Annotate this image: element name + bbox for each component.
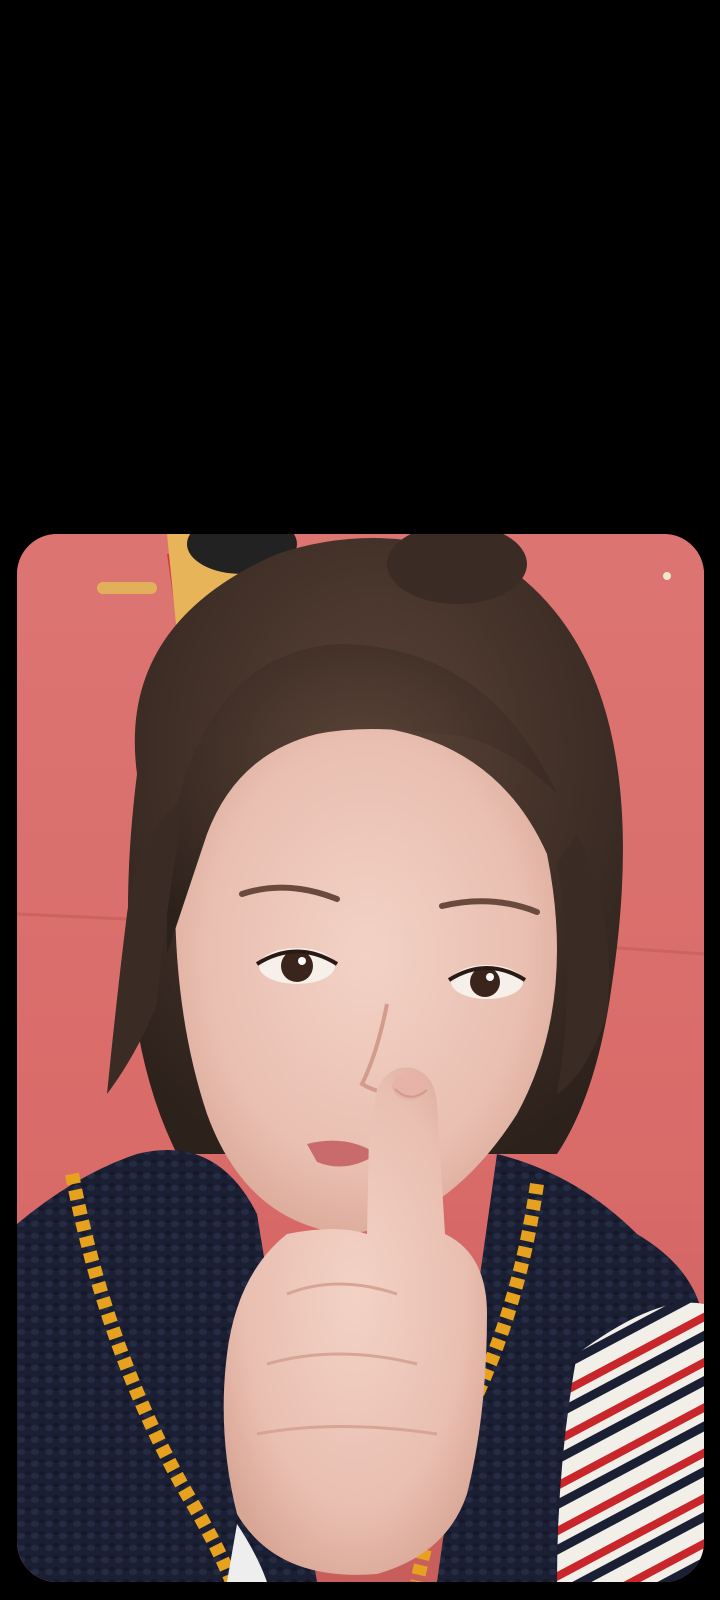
photo-image[interactable] (17, 534, 704, 1582)
selfie-photo-illustration (17, 534, 704, 1582)
backdrop-logo-stroke (97, 582, 157, 594)
photo-viewer-screen (0, 0, 720, 1600)
